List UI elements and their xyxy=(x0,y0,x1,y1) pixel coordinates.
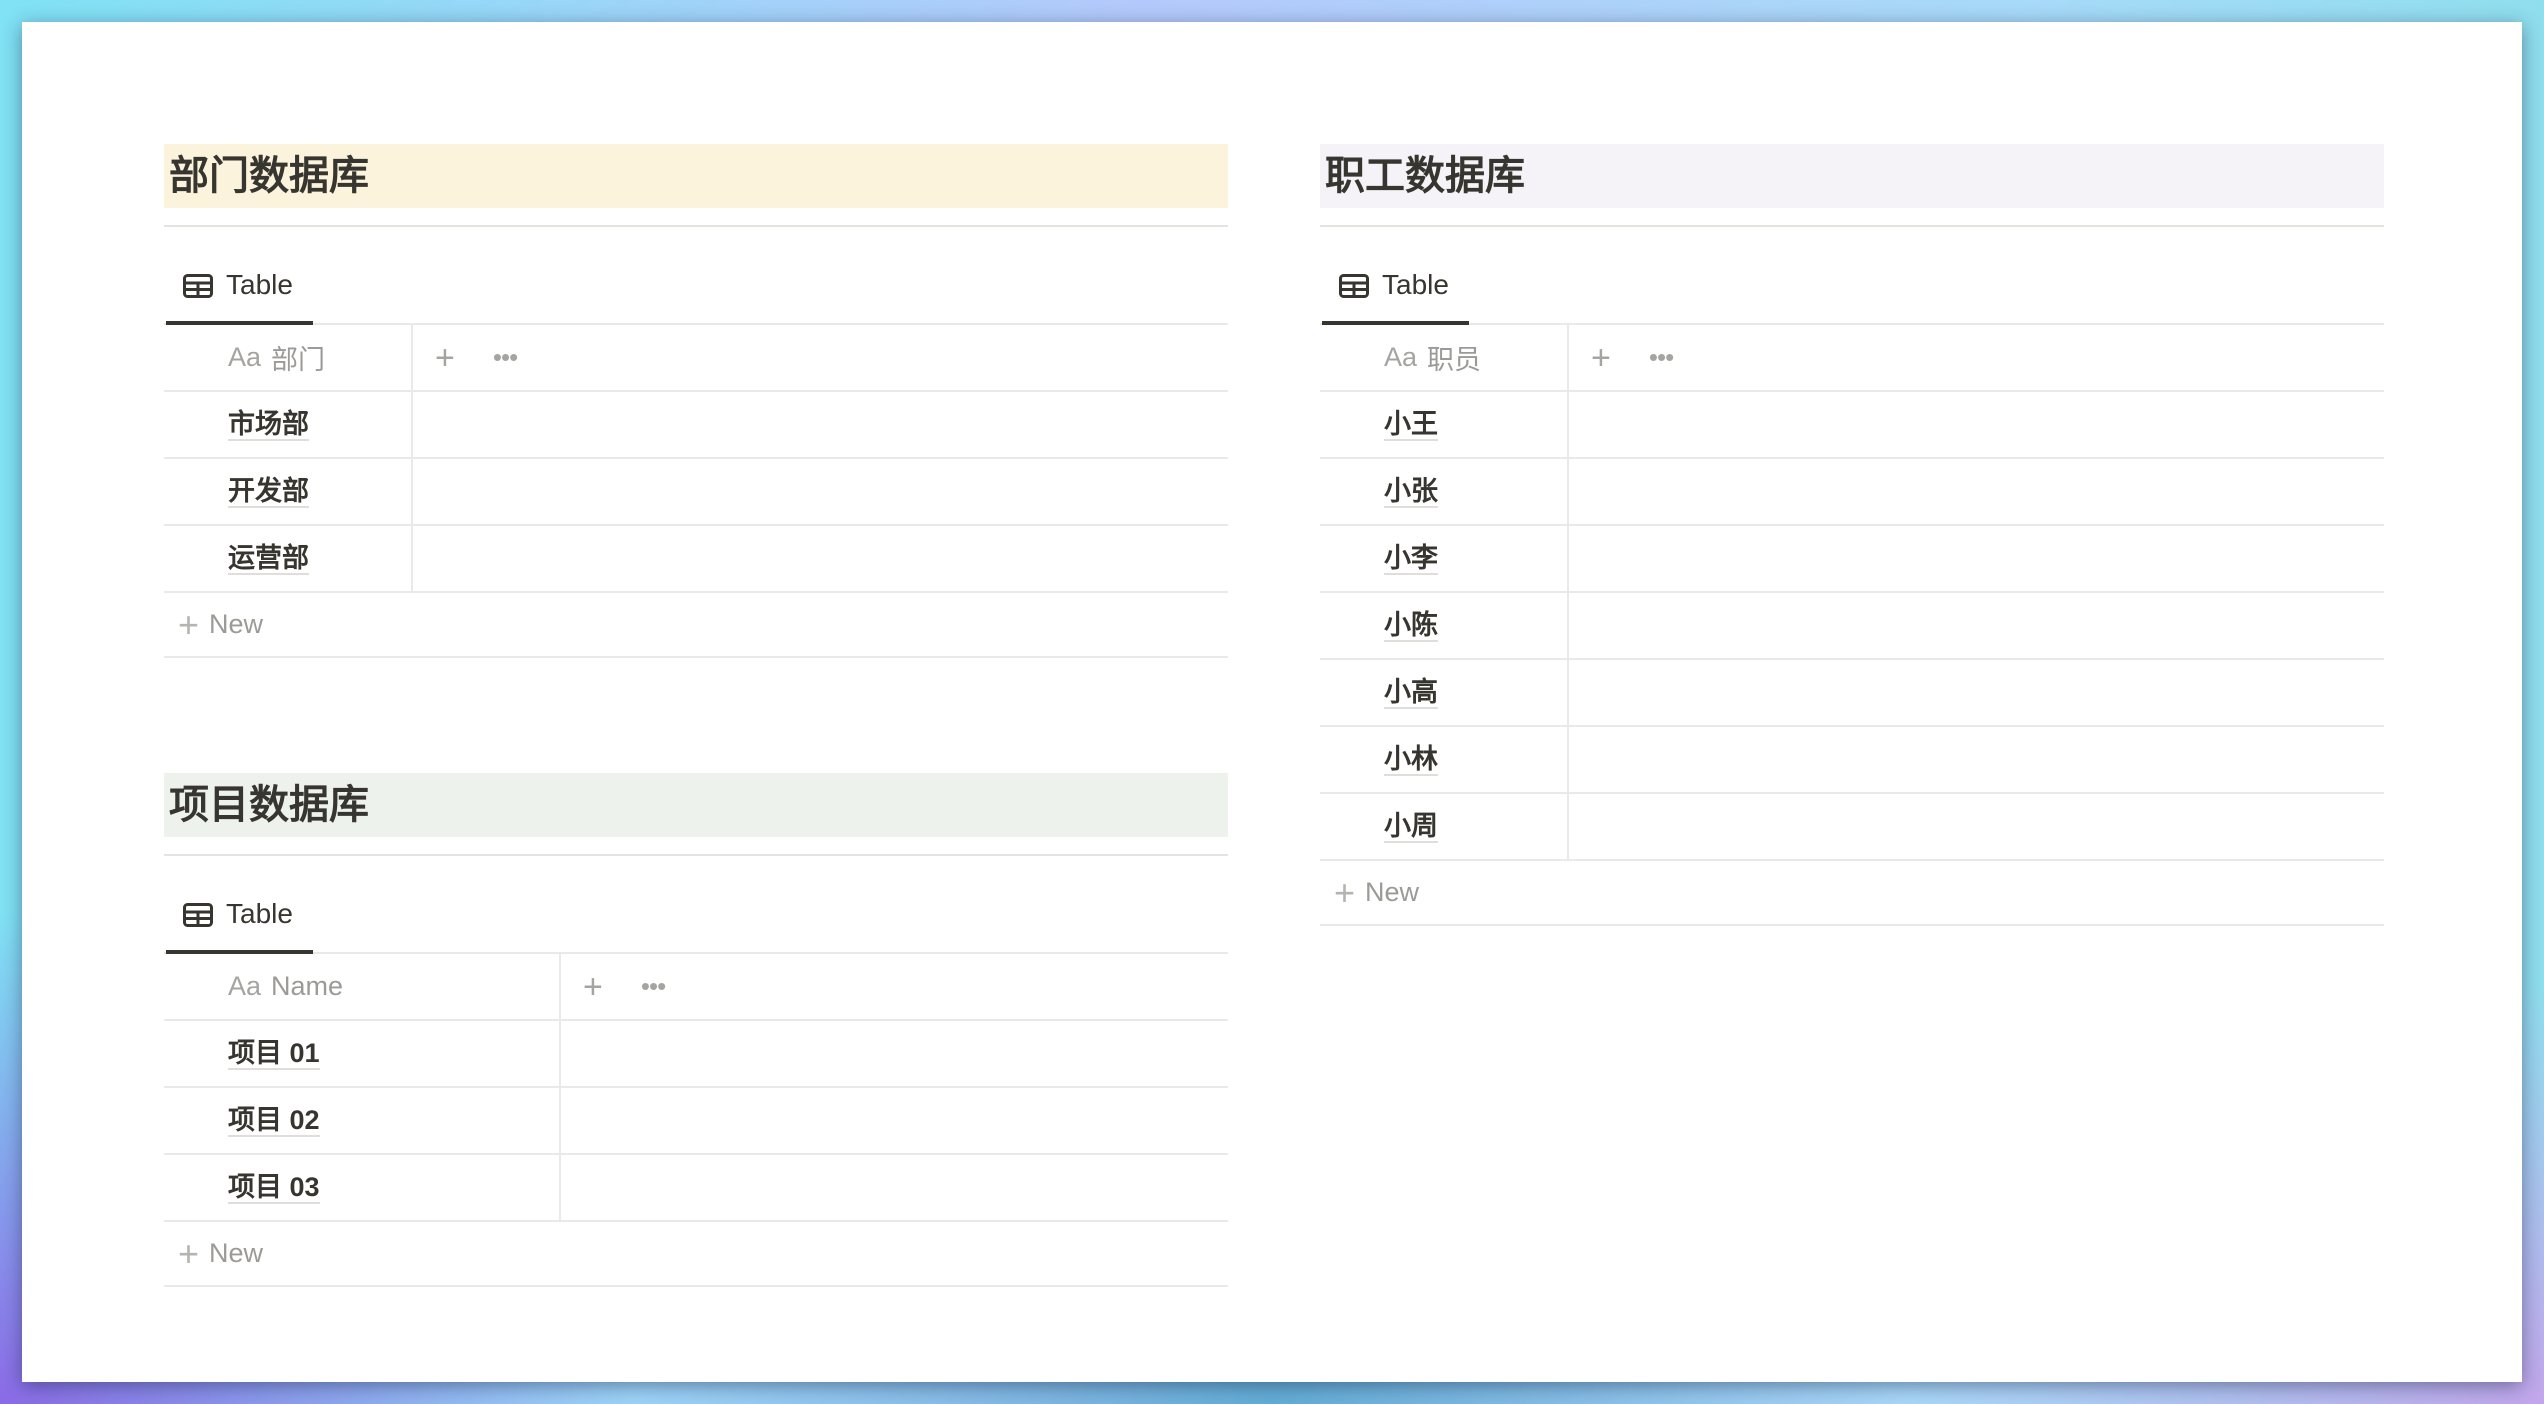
view-tabbar: Table xyxy=(1320,227,2384,325)
column-header-name[interactable]: Aa 部门 xyxy=(164,325,413,390)
plus-icon: + xyxy=(178,603,200,645)
column-header-name[interactable]: Aa Name xyxy=(164,954,561,1019)
row-title-link[interactable]: 项目 02 xyxy=(228,1105,320,1137)
row-title-link[interactable]: 运营部 xyxy=(228,543,309,575)
table-row: 开发部 xyxy=(164,459,1228,526)
new-row-label: New xyxy=(209,1238,264,1268)
section-departments: 部门数据库 Table Aa 部门 + ••• 市场部 开发部 运营部 + Ne… xyxy=(164,144,1228,658)
section-employees: 职工数据库 Table Aa 职员 + ••• 小王 小张 小李 小陈 小高 小… xyxy=(1320,144,2384,926)
name-cell: 小陈 xyxy=(1320,593,1569,658)
new-row-label: New xyxy=(1365,877,1420,907)
column-header-label: 部门 xyxy=(271,345,326,375)
table-row: 小高 xyxy=(1320,660,2384,727)
table-row: 小陈 xyxy=(1320,593,2384,660)
name-cell: 市场部 xyxy=(164,392,413,457)
name-cell: 小李 xyxy=(1320,526,1569,591)
table-row: 小林 xyxy=(1320,727,2384,794)
table-row: 小张 xyxy=(1320,459,2384,526)
tab-label: Table xyxy=(1382,269,1449,300)
row-title-link[interactable]: 市场部 xyxy=(228,409,309,441)
name-cell: 项目 01 xyxy=(164,1021,561,1086)
plus-icon: + xyxy=(178,1232,200,1274)
table-row: 小周 xyxy=(1320,794,2384,861)
name-cell: 开发部 xyxy=(164,459,413,524)
table-header-row: Aa Name + ••• xyxy=(164,954,1228,1021)
table-icon xyxy=(1339,274,1369,298)
new-row-button[interactable]: + New xyxy=(1320,861,2384,926)
row-title-link[interactable]: 小李 xyxy=(1384,543,1438,575)
table-row: 项目 01 xyxy=(164,1021,1228,1088)
new-row-label: New xyxy=(209,609,264,639)
plus-icon: + xyxy=(1334,871,1356,913)
text-property-icon: Aa xyxy=(1384,342,1418,372)
table-icon xyxy=(183,274,213,298)
view-tabbar: Table xyxy=(164,856,1228,954)
row-title-link[interactable]: 小周 xyxy=(1384,811,1438,843)
column-header-name[interactable]: Aa 职员 xyxy=(1320,325,1569,390)
table-header-row: Aa 职员 + ••• xyxy=(1320,325,2384,392)
table-row: 运营部 xyxy=(164,526,1228,593)
section-projects: 项目数据库 Table Aa Name + ••• 项目 01 项目 02 项目… xyxy=(164,773,1228,1287)
section-heading: 部门数据库 xyxy=(164,144,1228,208)
more-options-button[interactable]: ••• xyxy=(1649,342,1674,373)
tab-table-view[interactable]: Table xyxy=(1322,265,1469,325)
section-heading: 职工数据库 xyxy=(1320,144,2384,208)
name-cell: 项目 03 xyxy=(164,1155,561,1220)
table-row: 项目 02 xyxy=(164,1088,1228,1155)
tab-table-view[interactable]: Table xyxy=(166,894,313,954)
name-cell: 小林 xyxy=(1320,727,1569,792)
add-property-button[interactable]: + xyxy=(1591,341,1611,375)
text-property-icon: Aa xyxy=(228,342,262,372)
tab-label: Table xyxy=(226,269,293,300)
more-options-button[interactable]: ••• xyxy=(493,342,518,373)
name-cell: 小高 xyxy=(1320,660,1569,725)
name-cell: 小周 xyxy=(1320,794,1569,859)
row-title-link[interactable]: 项目 01 xyxy=(228,1038,320,1070)
table-row: 小李 xyxy=(1320,526,2384,593)
view-tabbar: Table xyxy=(164,227,1228,325)
section-heading: 项目数据库 xyxy=(164,773,1228,837)
row-title-link[interactable]: 小陈 xyxy=(1384,610,1438,642)
add-property-button[interactable]: + xyxy=(583,970,603,1004)
new-row-button[interactable]: + New xyxy=(164,593,1228,658)
page-canvas: 部门数据库 Table Aa 部门 + ••• 市场部 开发部 运营部 + Ne… xyxy=(22,22,2522,1382)
row-title-link[interactable]: 小高 xyxy=(1384,677,1438,709)
tab-table-view[interactable]: Table xyxy=(166,265,313,325)
table-header-row: Aa 部门 + ••• xyxy=(164,325,1228,392)
more-options-button[interactable]: ••• xyxy=(641,971,666,1002)
tab-label: Table xyxy=(226,898,293,929)
table-row: 小王 xyxy=(1320,392,2384,459)
column-header-label: Name xyxy=(271,971,344,1001)
row-title-link[interactable]: 项目 03 xyxy=(228,1172,320,1204)
row-title-link[interactable]: 小王 xyxy=(1384,409,1438,441)
table-row: 市场部 xyxy=(164,392,1228,459)
table-icon xyxy=(183,903,213,927)
text-property-icon: Aa xyxy=(228,971,262,1001)
name-cell: 运营部 xyxy=(164,526,413,591)
table-row: 项目 03 xyxy=(164,1155,1228,1222)
new-row-button[interactable]: + New xyxy=(164,1222,1228,1287)
add-property-button[interactable]: + xyxy=(435,341,455,375)
name-cell: 小王 xyxy=(1320,392,1569,457)
column-header-label: 职员 xyxy=(1427,345,1482,375)
row-title-link[interactable]: 开发部 xyxy=(228,476,309,508)
row-title-link[interactable]: 小林 xyxy=(1384,744,1438,776)
name-cell: 小张 xyxy=(1320,459,1569,524)
row-title-link[interactable]: 小张 xyxy=(1384,476,1438,508)
name-cell: 项目 02 xyxy=(164,1088,561,1153)
